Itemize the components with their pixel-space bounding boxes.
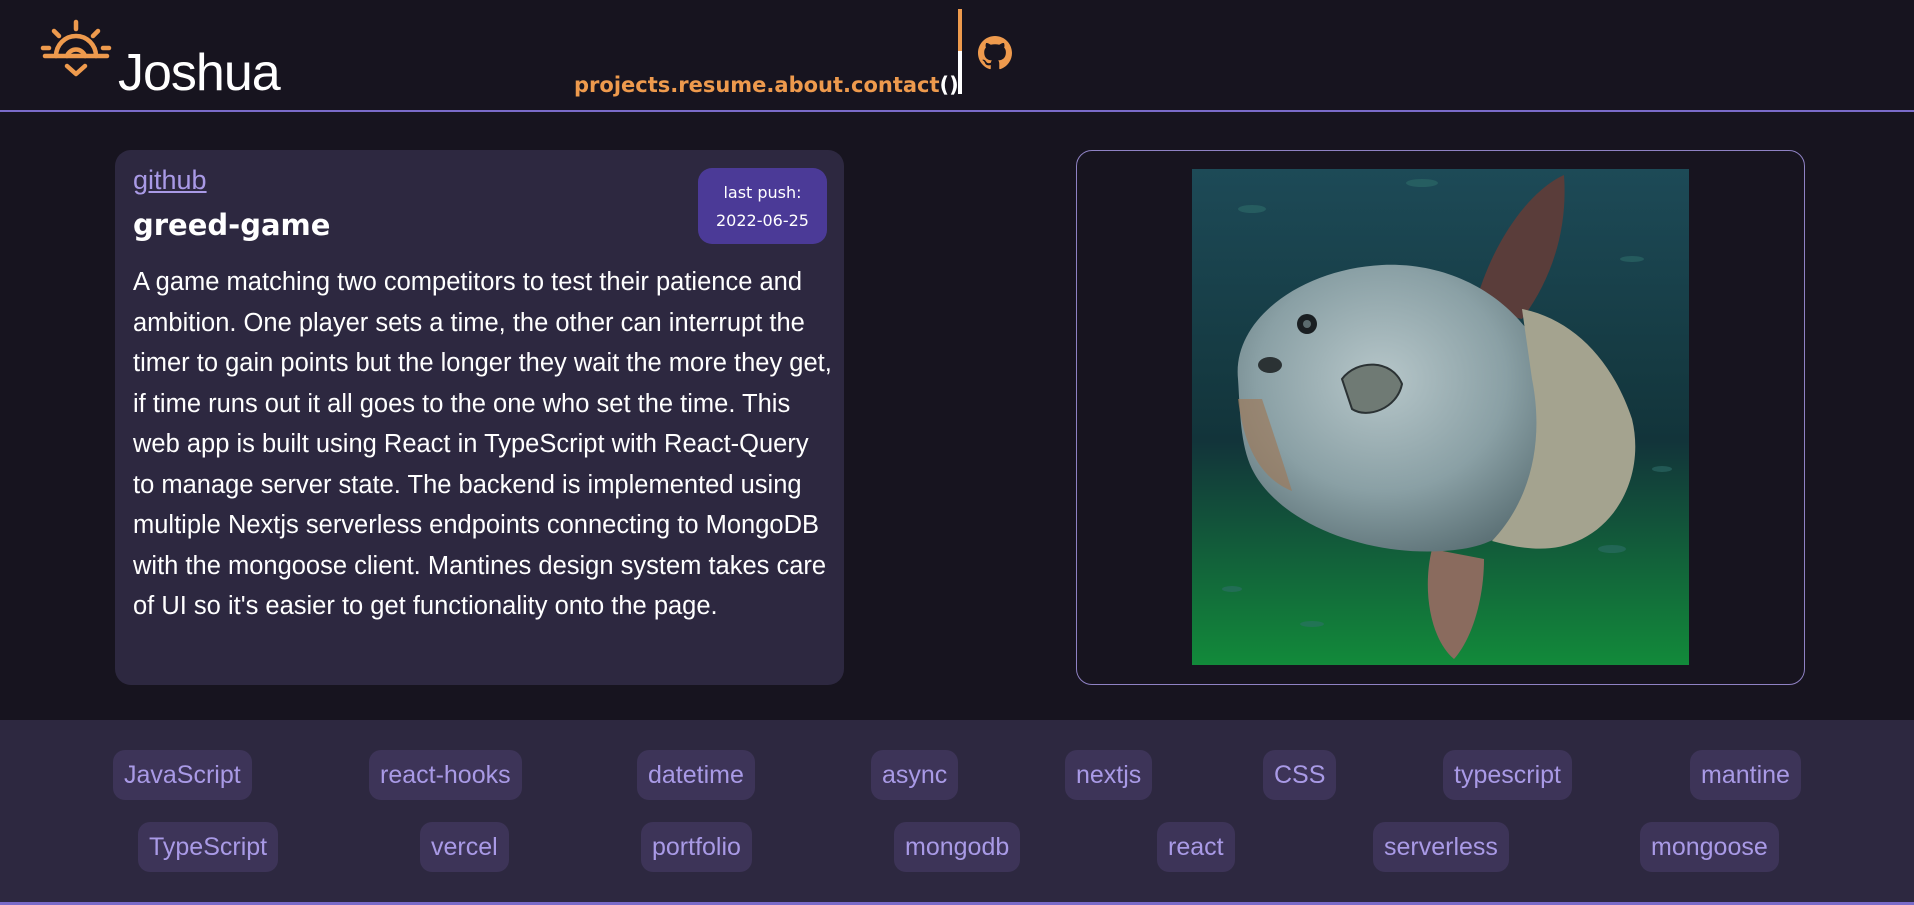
tag-css[interactable]: CSS [1263,750,1337,800]
sunfish-photo [1192,169,1689,665]
tag-mantine[interactable]: mantine [1690,750,1801,800]
tag-async[interactable]: async [871,750,959,800]
tag-vercel[interactable]: vercel [420,822,509,872]
tag-react-hooks[interactable]: react-hooks [369,750,522,800]
last-push-label: last push: [723,183,802,202]
main-nav: projects.resume.about.contact() [574,70,959,100]
tag-portfolio[interactable]: portfolio [641,822,752,872]
last-push-badge: last push: 2022-06-25 [698,168,827,244]
tag-bar: JavaScript react-hooks datetime async ne… [0,720,1914,905]
nav-projects[interactable]: projects [574,73,670,97]
tag-datetime[interactable]: datetime [637,750,755,800]
tag-react[interactable]: react [1157,822,1235,872]
tag-mongodb[interactable]: mongodb [894,822,1021,872]
project-card: github greed-game last push: 2022-06-25 … [115,150,844,685]
repo-link[interactable]: github [133,165,207,196]
project-title: greed-game [133,208,331,242]
site-header: Joshua projects.resume.about.contact() [0,0,1914,112]
github-link[interactable] [978,36,1012,70]
sun-icon[interactable] [40,18,112,82]
nav-contact[interactable]: contact [851,73,940,97]
tag-typescript[interactable]: typescript [1443,750,1572,800]
brand-name[interactable]: Joshua [118,38,281,108]
tag-mongoose[interactable]: mongoose [1640,822,1779,872]
tag-javascript[interactable]: JavaScript [113,750,252,800]
tag-typescript-lang[interactable]: TypeScript [138,822,279,872]
nav-parens: () [939,73,959,97]
github-icon [978,36,1012,70]
project-image-frame [1076,150,1805,685]
nav-about[interactable]: about [774,73,843,97]
tag-nextjs[interactable]: nextjs [1065,750,1153,800]
tag-serverless[interactable]: serverless [1373,822,1509,872]
project-description: A game matching two competitors to test … [133,268,832,620]
nav-divider [958,9,962,94]
nav-resume[interactable]: resume [678,73,766,97]
nav-separator: . [843,73,852,97]
last-push-date: 2022-06-25 [716,211,809,230]
